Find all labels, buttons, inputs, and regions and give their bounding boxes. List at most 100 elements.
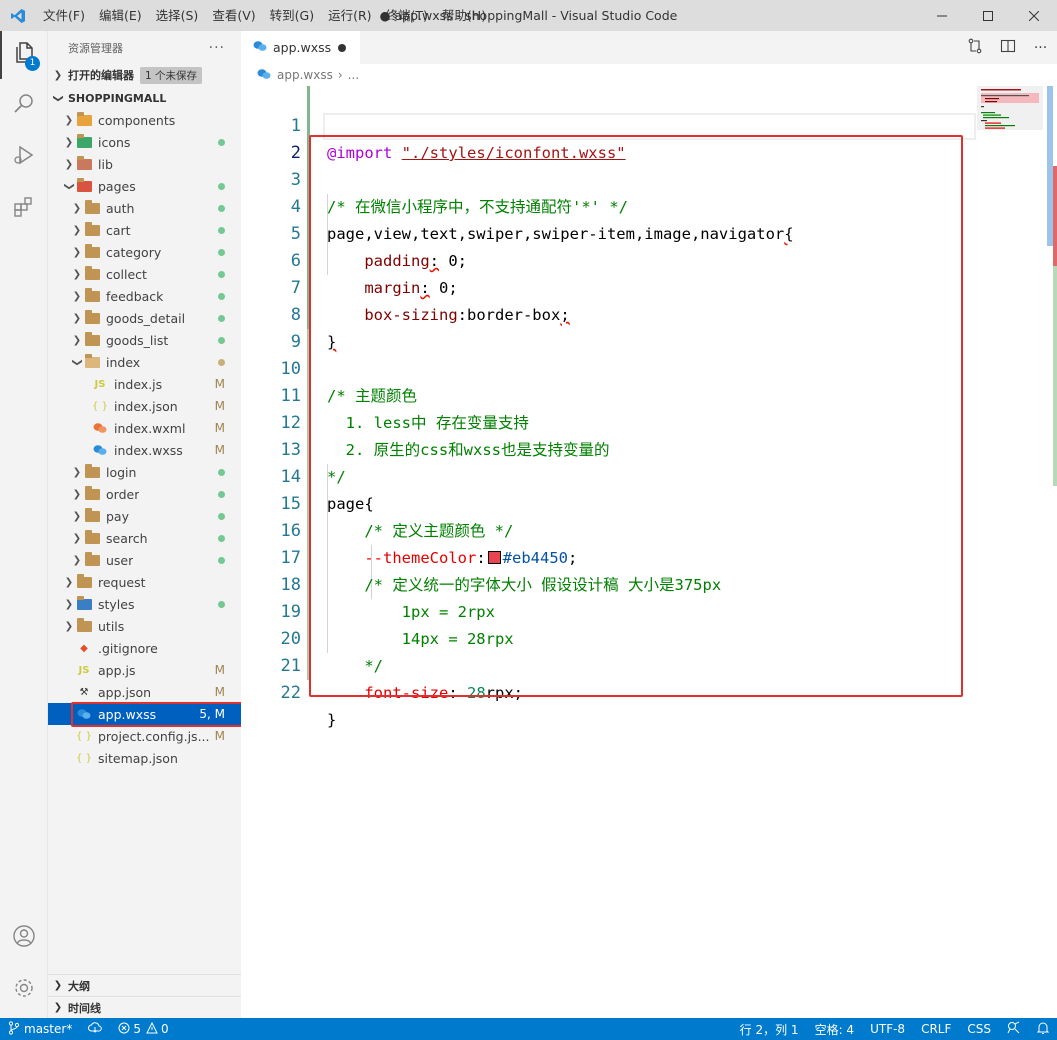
tree-item[interactable]: ❯ goods_detail <box>48 307 241 329</box>
code-line: 5 padding: 0; <box>241 194 976 270</box>
more-actions-button[interactable]: ··· <box>209 40 225 56</box>
git-status-dot <box>218 553 225 567</box>
accounts-button[interactable] <box>0 914 48 962</box>
notifications-button[interactable] <box>1029 1021 1057 1038</box>
breadcrumb-more[interactable]: ... <box>348 68 359 82</box>
maximize-button[interactable] <box>965 0 1011 31</box>
chevron-right-icon: ❯ <box>72 466 82 478</box>
tree-item[interactable]: { } sitemap.json <box>48 747 241 769</box>
tree-item[interactable]: ❯ feedback <box>48 285 241 307</box>
tree-item[interactable]: ❯ search <box>48 527 241 549</box>
more-actions-icon[interactable]: ··· <box>1024 40 1057 56</box>
menu-go[interactable]: 转到(G) <box>263 0 321 31</box>
outline-section[interactable]: ❯ 大纲 <box>48 974 241 996</box>
tree-item[interactable]: index.wxss M <box>48 439 241 461</box>
menu-edit[interactable]: 编辑(E) <box>92 0 149 31</box>
tree-item-label: app.wxss <box>98 706 157 722</box>
problems-status[interactable]: 5 0 <box>110 1021 176 1037</box>
branch-status[interactable]: master* <box>0 1020 80 1038</box>
feedback-button[interactable] <box>999 1021 1029 1038</box>
tree-item[interactable]: ❯ components <box>48 109 241 131</box>
settings-button[interactable] <box>0 966 48 1014</box>
tree-item[interactable]: ❯ category <box>48 241 241 263</box>
compare-changes-icon <box>967 38 983 58</box>
git-status-dot <box>218 289 225 303</box>
code-line: 21 font-size: 28rpx; <box>241 626 976 702</box>
tree-item[interactable]: ❯ auth <box>48 197 241 219</box>
menu-run[interactable]: 运行(R) <box>321 0 378 31</box>
run-debug-button[interactable] <box>0 133 48 181</box>
run-debug-icon <box>12 143 36 171</box>
tree-item[interactable]: ❯ pages <box>48 175 241 197</box>
chevron-down-icon: ❯ <box>71 357 83 367</box>
chevron-right-icon: › <box>337 68 343 82</box>
git-status-dot <box>218 245 225 259</box>
tree-item[interactable]: ❯ lib <box>48 153 241 175</box>
tree-item[interactable]: ❯ order <box>48 483 241 505</box>
tree-item[interactable]: index.wxml M <box>48 417 241 439</box>
timeline-section[interactable]: ❯ 时间线 <box>48 996 241 1018</box>
search-button[interactable] <box>0 81 48 129</box>
code-line: 4 page,view,text,swiper,swiper-item,imag… <box>241 167 976 243</box>
tree-item[interactable]: ❯ index <box>48 351 241 373</box>
code-line: 12 2. 原生的css和wxss也是支持变量的 <box>241 383 976 459</box>
unsaved-dot-icon[interactable] <box>338 43 346 52</box>
menu-help[interactable]: 帮助(H) <box>435 0 493 31</box>
breadcrumb-file[interactable]: app.wxss <box>277 68 333 82</box>
tree-item[interactable]: JS index.js M <box>48 373 241 395</box>
open-editors-section[interactable]: ❯ 打开的编辑器 1 个未保存 <box>48 64 241 86</box>
editor-actions: ··· <box>958 31 1057 64</box>
split-editor-button[interactable] <box>991 38 1024 58</box>
tree-item[interactable]: app.wxss 5, M <box>48 703 241 725</box>
minimize-button[interactable] <box>919 0 965 31</box>
eol-status[interactable]: CRLF <box>913 1022 959 1036</box>
scrollbar[interactable] <box>1047 86 1057 1018</box>
timeline-label: 时间线 <box>68 1001 101 1015</box>
tab-bar: app.wxss ··· <box>241 31 1057 64</box>
tree-item[interactable]: ❯ cart <box>48 219 241 241</box>
status-bar: master* 5 0 行 2，列 1 空格: 4 UTF-8 CRLF CSS <box>0 1018 1057 1040</box>
extensions-button[interactable] <box>0 185 48 233</box>
code-line: 15 /* 定义主题颜色 */ <box>241 464 976 540</box>
git-status-dot <box>218 179 225 193</box>
open-changes-button[interactable] <box>958 38 991 58</box>
project-section[interactable]: ❯ SHOPPINGMALL <box>48 87 241 109</box>
tree-item-label: pay <box>106 508 129 524</box>
tree-item[interactable]: ❯ icons <box>48 131 241 153</box>
json-file-icon: { } <box>76 752 92 764</box>
menu-terminal[interactable]: 终端(T) <box>379 0 435 31</box>
code-editor[interactable]: 1 @import "./styles/iconfont.wxss" 2 3 /… <box>241 86 1057 1018</box>
close-button[interactable] <box>1011 0 1057 31</box>
tree-item[interactable]: ❯ collect <box>48 263 241 285</box>
tree-item[interactable]: ❯ login <box>48 461 241 483</box>
project-label: SHOPPINGMALL <box>68 91 167 105</box>
tree-item[interactable]: ❯ request <box>48 571 241 593</box>
menu-selection[interactable]: 选择(S) <box>149 0 206 31</box>
tree-item[interactable]: ❯ utils <box>48 615 241 637</box>
outline-label: 大纲 <box>68 979 90 993</box>
tree-item[interactable]: { } project.config.js... M <box>48 725 241 747</box>
tree-item[interactable]: ❯ pay <box>48 505 241 527</box>
tree-item[interactable]: ❯ styles <box>48 593 241 615</box>
minimap[interactable] <box>977 86 1045 166</box>
cursor-position[interactable]: 行 2，列 1 <box>732 1021 807 1038</box>
code-line: 19 14px = 28rpx <box>241 572 976 648</box>
sync-status[interactable] <box>80 1021 110 1037</box>
indentation-status[interactable]: 空格: 4 <box>807 1021 863 1038</box>
tree-item[interactable]: ❯ user <box>48 549 241 571</box>
warning-count: 0 <box>160 1022 169 1036</box>
menu-file[interactable]: 文件(F) <box>36 0 92 31</box>
folder-lib-icon <box>76 155 92 171</box>
tree-item[interactable]: ◆ .gitignore <box>48 637 241 659</box>
window-controls <box>919 0 1057 31</box>
tab-app-wxss[interactable]: app.wxss <box>241 31 360 64</box>
tree-item[interactable]: JS app.js M <box>48 659 241 681</box>
explorer-button[interactable]: 1 <box>0 31 48 79</box>
menu-view[interactable]: 查看(V) <box>205 0 262 31</box>
tree-item[interactable]: ❯ goods_list <box>48 329 241 351</box>
encoding-status[interactable]: UTF-8 <box>862 1022 913 1036</box>
tree-item[interactable]: ⚒ app.json M <box>48 681 241 703</box>
git-status-dot <box>218 311 225 325</box>
tree-item[interactable]: { } index.json M <box>48 395 241 417</box>
language-mode[interactable]: CSS <box>959 1022 999 1036</box>
